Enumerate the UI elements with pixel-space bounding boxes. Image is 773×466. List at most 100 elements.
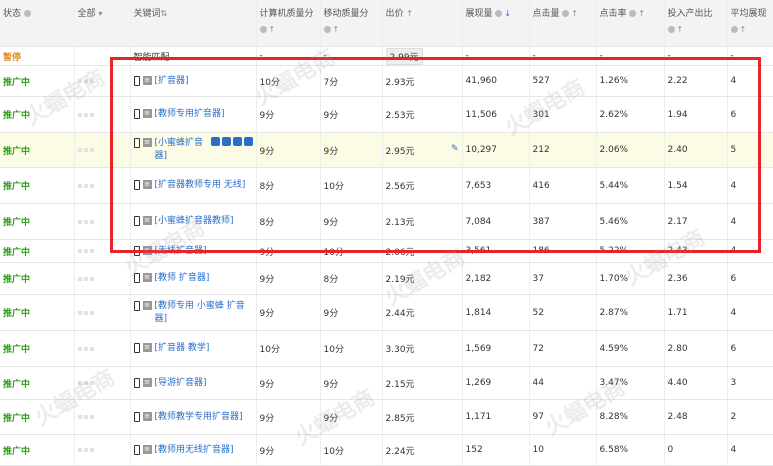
header-impressions-label: 展现量 xyxy=(465,9,493,19)
roi-cell: 0 xyxy=(664,434,728,466)
impressions-cell: 1,269 xyxy=(462,366,530,400)
bid-cell[interactable]: 2.15元 xyxy=(382,366,463,400)
status-badge[interactable]: 推广中 xyxy=(3,275,30,285)
sort-icon[interactable]: ↑ xyxy=(571,9,578,18)
chart-icon[interactable] xyxy=(232,137,242,146)
table-row: 推广中 ≡ [教师教学专用扩音器] 9分 9分 2.85元 1,171 97 8.28% 2.48… xyxy=(0,399,773,435)
table-row: 推广中 ≡ [教师专用 小蜜蜂 扩音器] 9分 9分 2.44元 1,814 52 2.87% 1… xyxy=(0,294,773,331)
mobile-quality-cell: 9分 xyxy=(320,96,383,133)
status-badge[interactable]: 推广中 xyxy=(3,111,30,121)
status-badge[interactable]: 推广中 xyxy=(3,147,30,157)
row-actions xyxy=(74,167,131,204)
status-badge[interactable]: 推广中 xyxy=(3,447,30,457)
avg-rank-cell: 6 xyxy=(727,262,773,295)
header-ctr[interactable]: 点击率 ↑ xyxy=(596,0,665,47)
bid-cell[interactable]: 2.19元 xyxy=(382,262,463,295)
pc-quality-cell: 9分 xyxy=(256,96,321,133)
avg-rank-cell: 4 xyxy=(727,434,773,466)
mobile-quality-cell: - xyxy=(320,46,383,66)
clicks-cell: 387 xyxy=(529,203,597,240)
bid-cell[interactable]: 2.95元 ✎ xyxy=(382,132,463,168)
header-keyword[interactable]: 关键词⇅ xyxy=(130,0,257,47)
status-badge[interactable]: 推广中 xyxy=(3,414,30,424)
copy-icon[interactable] xyxy=(221,137,231,146)
status-badge[interactable]: 推广中 xyxy=(3,248,30,258)
clicks-cell: 52 xyxy=(529,294,597,331)
status-badge[interactable]: 推广中 xyxy=(3,78,30,88)
header-bid-label: 出价 xyxy=(385,9,404,19)
ctr-cell: 3.47% xyxy=(596,366,665,400)
pc-quality-cell: 9分 xyxy=(256,294,321,331)
keyword-link[interactable]: [教师专用 小蜜蜂 扩音器] xyxy=(155,300,253,326)
sort-desc-icon[interactable]: ↓ xyxy=(504,9,511,18)
roi-cell: - xyxy=(664,46,728,66)
status-badge[interactable]: 推广中 xyxy=(3,345,30,355)
keyword-link[interactable]: [导游扩音器] xyxy=(155,377,207,390)
header-mobile-quality[interactable]: 移动质量分 ↑ xyxy=(320,0,383,47)
bid-cell[interactable]: 2.56元 xyxy=(382,167,463,204)
status-badge[interactable]: 推广中 xyxy=(3,380,30,390)
header-bid[interactable]: 出价 ↑ xyxy=(382,0,463,47)
table-row: 推广中 ≡ [无线扩音器] 9分 10分 2.06元 3,561 186 5.22% 2.43 4 xyxy=(0,239,773,263)
table-header: 状态 全部 ▾ 关键词⇅ 计算机质量分 ↑ 移动质量分 ↑ 出价 ↑ 展现量 ↓ 点… xyxy=(0,0,773,47)
header-status[interactable]: 状态 xyxy=(0,0,75,47)
mobile-device-icon xyxy=(133,377,140,388)
header-clicks[interactable]: 点击量 ↑ xyxy=(529,0,597,47)
bid-cell[interactable]: 3.30元 xyxy=(382,330,463,367)
keyword-link[interactable]: [扩音器] xyxy=(155,75,189,88)
row-actions xyxy=(74,239,131,263)
impressions-cell: - xyxy=(462,46,530,66)
keyword-link[interactable]: [教师教学专用扩音器] xyxy=(155,411,243,424)
header-all[interactable]: 全部 ▾ xyxy=(74,0,131,47)
help-icon xyxy=(23,10,31,17)
avg-rank-cell: 5 xyxy=(727,132,773,168)
bid-cell[interactable]: 2.44元 xyxy=(382,294,463,331)
tag-icon: ≡ xyxy=(142,75,152,85)
bid-cell[interactable]: 2.93元 xyxy=(382,65,463,97)
tag-icon: ≡ xyxy=(142,273,152,282)
clicks-cell: 186 xyxy=(529,239,597,263)
sort-icon[interactable]: ↑ xyxy=(269,25,276,34)
header-pc-quality[interactable]: 计算机质量分 ↑ xyxy=(256,0,321,47)
bid-cell[interactable]: 2.13元 xyxy=(382,203,463,240)
table-row: 推广中 ≡ [教师用无线扩音器] 9分 10分 2.24元 152 10 6.58% 0 4 xyxy=(0,434,773,466)
settings-icon[interactable] xyxy=(210,137,220,146)
status-badge[interactable]: 暂停 xyxy=(3,53,21,63)
status-badge[interactable]: 推广中 xyxy=(3,182,30,192)
status-badge[interactable]: 推广中 xyxy=(3,309,30,319)
keyword-link[interactable]: [无线扩音器] xyxy=(155,245,207,258)
keyword-link[interactable]: [扩音器教师专用 无线] xyxy=(155,179,246,192)
row-actions xyxy=(74,366,131,400)
bid-cell[interactable]: 2.85元 xyxy=(382,399,463,435)
keyword-link[interactable]: [教师用无线扩音器] xyxy=(155,444,234,457)
header-impressions[interactable]: 展现量 ↓ xyxy=(462,0,530,47)
bid-value: 2.85元 xyxy=(385,413,415,424)
bid-value: 2.56元 xyxy=(385,182,415,192)
header-avg-rank[interactable]: 平均展现 ↑ xyxy=(727,0,773,47)
keyword-link[interactable]: [小蜜蜂扩音器] xyxy=(155,137,206,163)
status-badge[interactable]: 推广中 xyxy=(3,218,30,228)
keyword-link[interactable]: [小蜜蜂扩音器教师] xyxy=(155,215,234,228)
smart-match-row: 暂停 智能匹配 - - 2.99元 - - - - - xyxy=(0,46,773,66)
header-roi[interactable]: 投入产出比 ↑ xyxy=(664,0,728,47)
trash-icon[interactable] xyxy=(243,137,253,146)
keyword-link[interactable]: [教师专用扩音器] xyxy=(155,108,225,121)
pencil-icon[interactable]: ✎ xyxy=(451,144,459,154)
sort-icon[interactable]: ↑ xyxy=(677,25,684,34)
bid-cell[interactable]: 2.06元 xyxy=(382,239,463,263)
sort-icon[interactable]: ↑ xyxy=(333,25,340,34)
bid-cell[interactable]: 2.53元 xyxy=(382,96,463,133)
sort-icon[interactable]: ↑ xyxy=(638,9,645,18)
table-row: 推广中 ≡ [扩音器教师专用 无线] 8分 10分 2.56元 7,653 416 5.44% 1… xyxy=(0,167,773,204)
bid-cell[interactable]: 2.24元 xyxy=(382,434,463,466)
row-actions xyxy=(74,96,131,133)
keyword-link[interactable]: [扩音器 教学] xyxy=(155,342,210,355)
keyword-link[interactable]: [教师 扩音器] xyxy=(155,272,210,285)
bid-cell[interactable]: 2.99元 xyxy=(385,47,423,65)
sort-icon[interactable]: ↑ xyxy=(740,25,747,34)
sort-icon[interactable]: ⇅ xyxy=(161,9,168,18)
ctr-cell: 2.87% xyxy=(596,294,665,331)
header-clicks-label: 点击量 xyxy=(532,9,560,19)
sort-icon[interactable]: ↑ xyxy=(406,9,413,18)
mobile-quality-cell: 9分 xyxy=(320,366,383,400)
